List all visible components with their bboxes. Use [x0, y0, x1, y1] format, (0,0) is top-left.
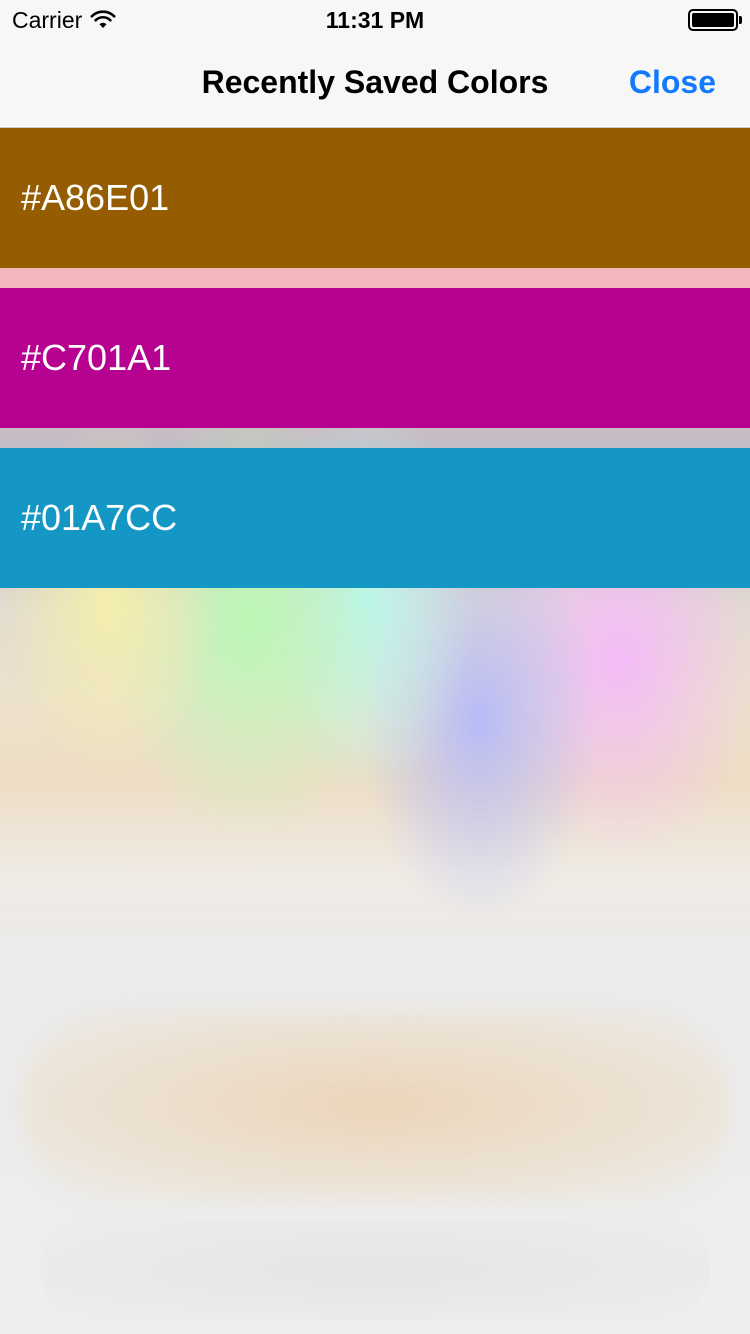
wifi-icon — [90, 10, 116, 28]
close-button[interactable]: Close — [629, 64, 716, 101]
saved-color-row[interactable]: #01A7CC — [0, 448, 750, 588]
blurred-glow — [40, 1220, 710, 1320]
carrier-label: Carrier — [12, 6, 83, 33]
saved-color-row[interactable]: #A86E01 — [0, 128, 750, 268]
color-hex-label: #C701A1 — [21, 337, 172, 378]
color-hex-label: #01A7CC — [21, 497, 178, 538]
color-hex-label: #A86E01 — [21, 177, 170, 218]
saved-color-row[interactable]: #C701A1 — [0, 288, 750, 428]
battery-icon — [688, 9, 742, 31]
status-left: Carrier — [12, 7, 116, 34]
status-bar: Carrier 11:31 PM — [0, 0, 750, 40]
battery-level — [692, 13, 734, 27]
blurred-glow — [20, 1010, 730, 1200]
saved-colors-list: #A86E01 #C701A1 #01A7CC — [0, 128, 750, 608]
